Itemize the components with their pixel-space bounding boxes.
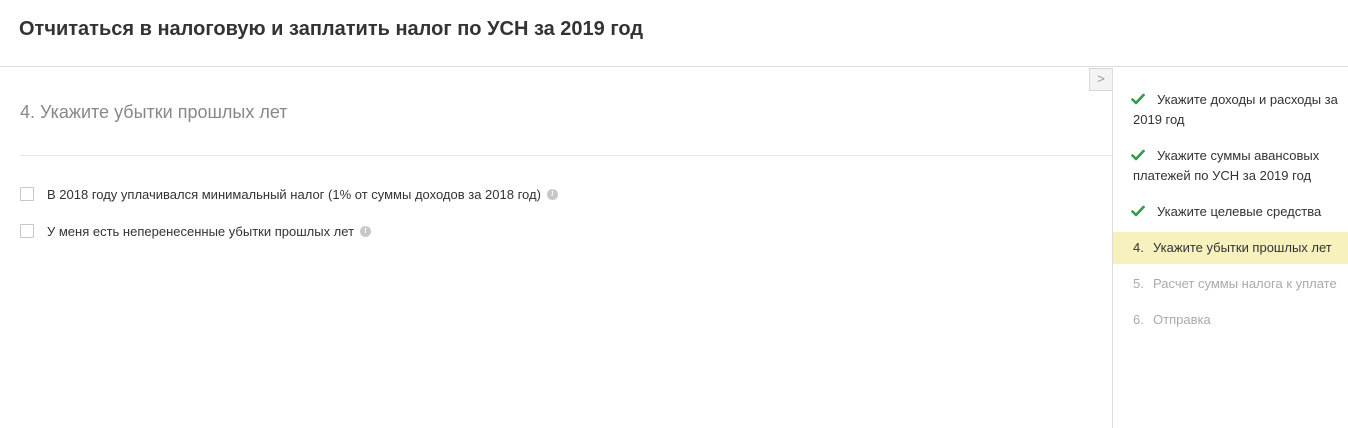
check-icon — [1131, 205, 1145, 217]
check-icon — [1131, 149, 1145, 161]
divider — [20, 155, 1112, 156]
step-item-advance-payments[interactable]: Укажите суммы авансовых платежей по УСН … — [1113, 146, 1348, 186]
step-item-losses[interactable]: 4. Укажите убытки прошлых лет — [1113, 232, 1348, 264]
step-item-sending[interactable]: 6. Отправка — [1113, 310, 1348, 330]
min-tax-checkbox-row[interactable]: В 2018 году уплачивался минимальный нало… — [20, 185, 558, 203]
check-icon — [1131, 93, 1145, 105]
step-label: Отправка — [1153, 312, 1211, 327]
min-tax-checkbox[interactable] — [20, 187, 34, 201]
step-item-target-funds[interactable]: Укажите целевые средства — [1113, 202, 1348, 222]
losses-checkbox-row[interactable]: У меня есть неперенесенные убытки прошлы… — [20, 222, 372, 240]
step-heading: 4. Укажите убытки прошлых лет — [20, 102, 288, 122]
step-number: 6. — [1133, 312, 1144, 327]
losses-label: У меня есть неперенесенные убытки прошлы… — [47, 223, 355, 239]
step-label: Расчет суммы налога к уплате — [1153, 276, 1337, 291]
min-tax-label: В 2018 году уплачивался минимальный нало… — [47, 186, 541, 202]
step-number: 4. — [1133, 240, 1144, 255]
step-item-tax-calculation[interactable]: 5. Расчет суммы налога к уплате — [1113, 274, 1348, 294]
info-icon[interactable]: i — [546, 188, 558, 200]
step-label: Укажите убытки прошлых лет — [1153, 240, 1332, 255]
steps-sidebar: Укажите доходы и расходы за 2019 год Ука… — [1112, 68, 1348, 428]
step-label: Укажите доходы и расходы за 2019 год — [1133, 92, 1338, 127]
sidebar-toggle-button[interactable]: > — [1089, 68, 1112, 91]
page-title: Отчитаться в налоговую и заплатить налог… — [19, 18, 644, 40]
step-item-income-expenses[interactable]: Укажите доходы и расходы за 2019 год — [1113, 90, 1348, 130]
info-icon[interactable]: i — [360, 225, 372, 237]
step-label: Укажите целевые средства — [1157, 204, 1322, 219]
page-header: Отчитаться в налоговую и заплатить налог… — [0, 0, 1348, 67]
losses-checkbox[interactable] — [20, 224, 34, 238]
step-number: 5. — [1133, 276, 1144, 291]
main-content: 4. Укажите убытки прошлых лет В 2018 год… — [0, 68, 1112, 428]
step-label: Укажите суммы авансовых платежей по УСН … — [1133, 148, 1320, 183]
